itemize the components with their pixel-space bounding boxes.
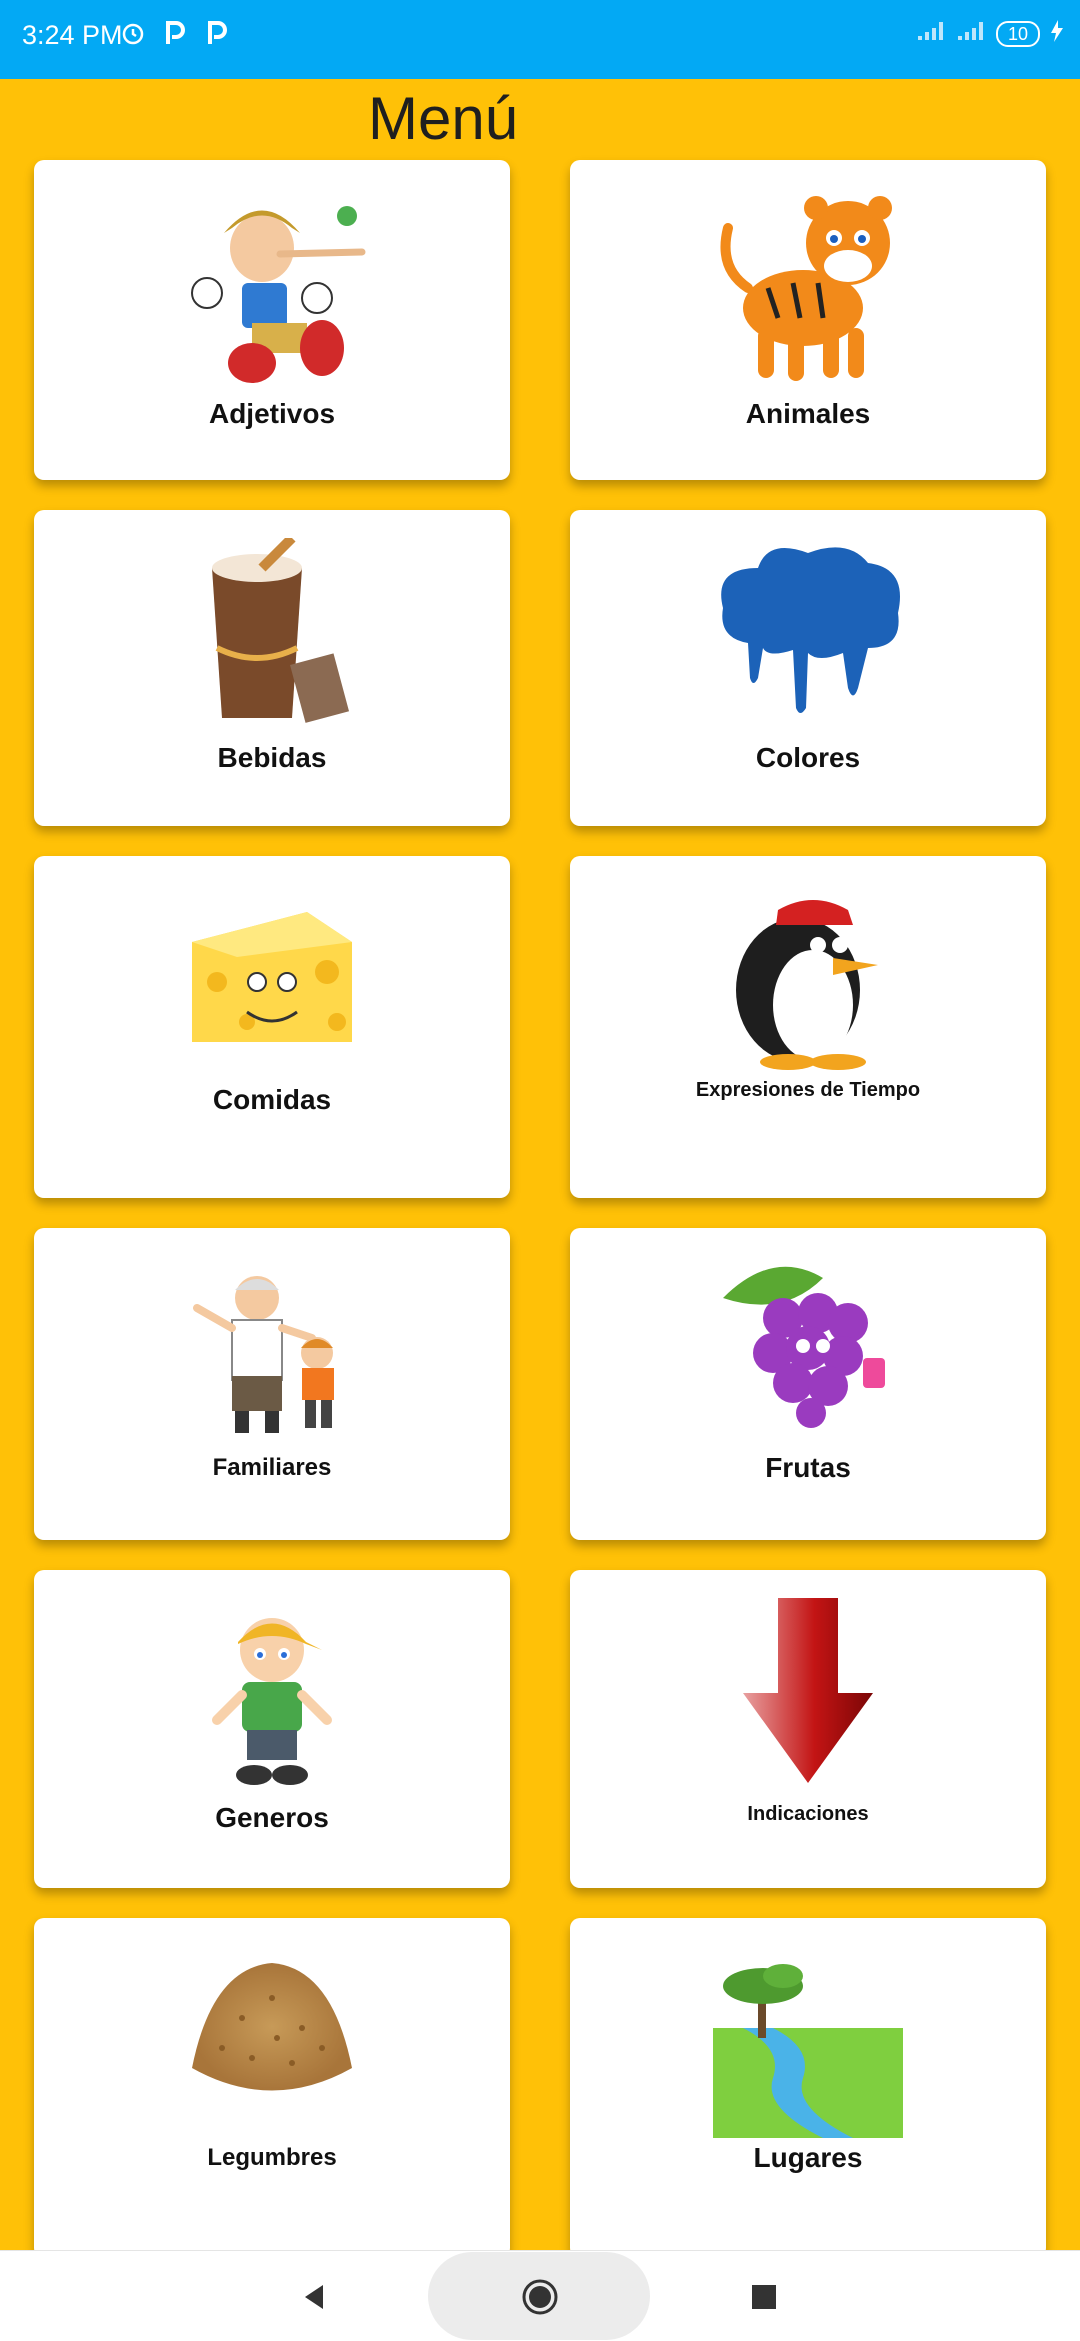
alarm-icon (118, 18, 148, 48)
menu-item-label: Frutas (765, 1452, 851, 1483)
menu-item-lugares[interactable]: Lugares (570, 1918, 1046, 2258)
menu-item-label: Adjetivos (208, 398, 336, 429)
tiger-icon (570, 188, 1046, 388)
menu-item-label: Legumbres (207, 2144, 337, 2171)
signal-icon (916, 20, 946, 47)
menu-item-colores[interactable]: Colores (570, 510, 1046, 826)
p-app-icon (160, 18, 190, 48)
menu-item-adjetivos[interactable]: Adjetivos (34, 160, 510, 480)
charging-icon (1050, 20, 1064, 47)
signal-icon (956, 20, 986, 47)
menu-item-label: Comidas (212, 1084, 332, 1115)
menu-item-label: Generos (215, 1802, 329, 1833)
menu-item-label: Familiares (212, 1454, 332, 1481)
menu-item-expresiones-de-tiempo[interactable]: Expresiones de Tiempo (570, 856, 1046, 1198)
down-arrow-icon (570, 1598, 1046, 1788)
pinocchio-icon (34, 188, 510, 388)
menu-item-generos[interactable]: Generos (34, 1570, 510, 1888)
menu-item-bebidas[interactable]: Bebidas (34, 510, 510, 826)
paint-splash-icon (570, 538, 1046, 718)
status-bar: 3:24 PM 10 (0, 0, 1080, 79)
grandpa-kid-icon (34, 1268, 510, 1438)
status-left-icons (118, 18, 232, 48)
menu-item-label: Bebidas (217, 742, 327, 773)
menu-item-label: Animales (745, 398, 871, 429)
home-icon[interactable] (510, 2270, 570, 2324)
menu-item-legumbres[interactable]: Legumbres (34, 1918, 510, 2258)
back-icon[interactable] (284, 2270, 344, 2324)
landscape-icon (570, 1958, 1046, 2138)
p-app-icon (202, 18, 232, 48)
menu-item-animales[interactable]: Animales (570, 160, 1046, 480)
menu-item-frutas[interactable]: Frutas (570, 1228, 1046, 1540)
page-title: Menú (368, 85, 519, 152)
menu-item-label: Indicaciones (747, 1803, 869, 1825)
grapes-icon (570, 1258, 1046, 1428)
hot-chocolate-icon (34, 538, 510, 728)
menu-item-comidas[interactable]: Comidas (34, 856, 510, 1198)
recents-icon[interactable] (734, 2270, 794, 2324)
battery-indicator: 10 (995, 20, 1040, 47)
grains-icon (34, 1948, 510, 2118)
menu-item-label: Colores (755, 742, 861, 773)
boy-icon (34, 1600, 510, 1790)
menu-item-indicaciones[interactable]: Indicaciones (570, 1570, 1046, 1888)
status-right-icons: 10 (916, 20, 1064, 47)
menu-item-label: Expresiones de Tiempo (695, 1079, 921, 1101)
menu-item-label: Lugares (753, 2142, 863, 2173)
status-time: 3:24 PM (22, 20, 123, 50)
cheese-icon (34, 902, 510, 1052)
menu-item-familiares[interactable]: Familiares (34, 1228, 510, 1540)
penguin-icon (570, 890, 1046, 1070)
